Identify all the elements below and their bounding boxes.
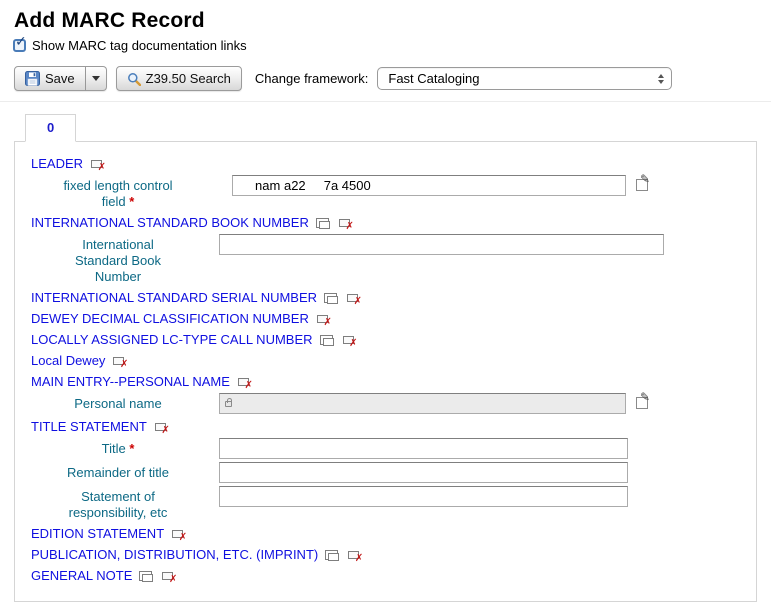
marc-tag-link[interactable]: TITLE STATEMENT [31, 418, 147, 435]
show-docs-row: ✓ Show MARC tag documentation links [13, 38, 771, 53]
marc-subfield-row: Statement of responsibility, etc [15, 486, 756, 521]
marc-tag-row: TITLE STATEMENT [15, 418, 756, 435]
delete-field-icon[interactable] [342, 334, 357, 346]
tag-editor-icon[interactable] [636, 397, 648, 409]
search-icon [127, 72, 141, 86]
marc-tag-link[interactable]: DEWEY DECIMAL CLASSIFICATION NUMBER [31, 310, 309, 327]
marc-tag-link[interactable]: Local Dewey [31, 352, 105, 369]
marc-subfield-row: Title * [15, 438, 756, 459]
marc-subfield-row: International Standard Book Number [15, 234, 756, 285]
marc-fields: LEADER fixed length control field * INTERN… [15, 155, 756, 584]
caret-down-icon [92, 76, 100, 81]
marc-tag-link[interactable]: INTERNATIONAL STANDARD SERIAL NUMBER [31, 289, 317, 306]
marc-tag-row: PUBLICATION, DISTRIBUTION, ETC. (IMPRINT… [15, 546, 756, 563]
z3950-search-button[interactable]: Z39.50 Search [116, 66, 242, 91]
lock-icon [225, 401, 232, 407]
marc-tag-link[interactable]: LOCALLY ASSIGNED LC-TYPE CALL NUMBER [31, 331, 313, 348]
marc-subfield-row: Personal name [15, 393, 756, 414]
marc-tag-row: DEWEY DECIMAL CLASSIFICATION NUMBER [15, 310, 756, 327]
framework-label: Change framework: [255, 71, 368, 86]
page-title: Add MARC Record [14, 9, 771, 33]
tab-bar: 0 [14, 114, 757, 141]
save-menu-button[interactable] [86, 66, 107, 91]
subfield-name[interactable]: Remainder of title [57, 462, 179, 481]
marc-tag-row: Local Dewey [15, 352, 756, 369]
repeat-field-icon[interactable] [316, 217, 331, 229]
marc-tag-link[interactable]: EDITION STATEMENT [31, 525, 164, 542]
delete-field-icon[interactable] [338, 217, 353, 229]
delete-field-icon[interactable] [154, 421, 169, 433]
required-asterisk: * [129, 441, 134, 456]
marc-tag-link[interactable]: MAIN ENTRY--PERSONAL NAME [31, 373, 230, 390]
select-stepper-icon [658, 74, 664, 84]
marc-tag-link[interactable]: GENERAL NOTE [31, 567, 132, 584]
delete-field-icon[interactable] [161, 570, 176, 582]
framework-selected-value: Fast Cataloging [388, 71, 479, 86]
marc-tag-row: GENERAL NOTE [15, 567, 756, 584]
marc-tag-row: INTERNATIONAL STANDARD SERIAL NUMBER [15, 289, 756, 306]
repeat-field-icon[interactable] [139, 570, 154, 582]
marc-tag-link[interactable]: LEADER [31, 155, 83, 172]
marc-tag-row: INTERNATIONAL STANDARD BOOK NUMBER [15, 214, 756, 231]
subfield-name[interactable]: Title * [57, 438, 179, 457]
show-docs-label[interactable]: Show MARC tag documentation links [32, 38, 247, 53]
floppy-disk-icon [25, 71, 40, 86]
marc-tag-row: MAIN ENTRY--PERSONAL NAME [15, 373, 756, 390]
show-docs-checkbox[interactable]: ✓ [13, 39, 26, 52]
marc-tag-link[interactable]: PUBLICATION, DISTRIBUTION, ETC. (IMPRINT… [31, 546, 318, 563]
subfield-name[interactable]: Personal name [57, 393, 179, 412]
required-asterisk: * [129, 194, 134, 209]
save-button[interactable]: Save [14, 66, 86, 91]
marc-tag-row: LOCALLY ASSIGNED LC-TYPE CALL NUMBER [15, 331, 756, 348]
repeat-field-icon[interactable] [324, 292, 339, 304]
subfield-input[interactable] [219, 393, 626, 414]
marc-tag-row: EDITION STATEMENT [15, 525, 756, 542]
subfield-input[interactable] [232, 175, 626, 196]
checkmark-icon: ✓ [15, 34, 27, 48]
delete-field-icon[interactable] [316, 313, 331, 325]
tab-0[interactable]: 0 [25, 114, 76, 142]
subfield-name[interactable]: Statement of responsibility, etc [57, 486, 179, 521]
subfield-name[interactable]: International Standard Book Number [57, 234, 179, 285]
marc-subfield-row: Remainder of title [15, 462, 756, 483]
marc-subfield-row: fixed length control field * [15, 175, 756, 210]
toolbar: Save Z39.50 Search Change framework: Fas… [0, 60, 771, 102]
delete-field-icon[interactable] [346, 292, 361, 304]
subfield-input[interactable] [219, 234, 664, 255]
delete-field-icon[interactable] [237, 376, 252, 388]
delete-field-icon[interactable] [112, 355, 127, 367]
repeat-field-icon[interactable] [325, 549, 340, 561]
subfield-name[interactable]: fixed length control field * [57, 175, 179, 210]
subfield-input[interactable] [219, 486, 628, 507]
framework-select[interactable]: Fast Cataloging [377, 67, 672, 90]
save-label: Save [45, 71, 75, 86]
marc-record-panel: LEADER fixed length control field * INTERN… [14, 141, 757, 602]
save-split-button: Save [14, 66, 107, 91]
delete-field-icon[interactable] [347, 549, 362, 561]
delete-field-icon[interactable] [171, 528, 186, 540]
marc-tag-row: LEADER [15, 155, 756, 172]
tag-editor-icon[interactable] [636, 179, 648, 191]
subfield-input[interactable] [219, 438, 628, 459]
repeat-field-icon[interactable] [320, 334, 335, 346]
subfield-input[interactable] [219, 462, 628, 483]
marc-tag-link[interactable]: INTERNATIONAL STANDARD BOOK NUMBER [31, 214, 309, 231]
z3950-label: Z39.50 Search [146, 71, 231, 86]
delete-field-icon[interactable] [90, 158, 105, 170]
